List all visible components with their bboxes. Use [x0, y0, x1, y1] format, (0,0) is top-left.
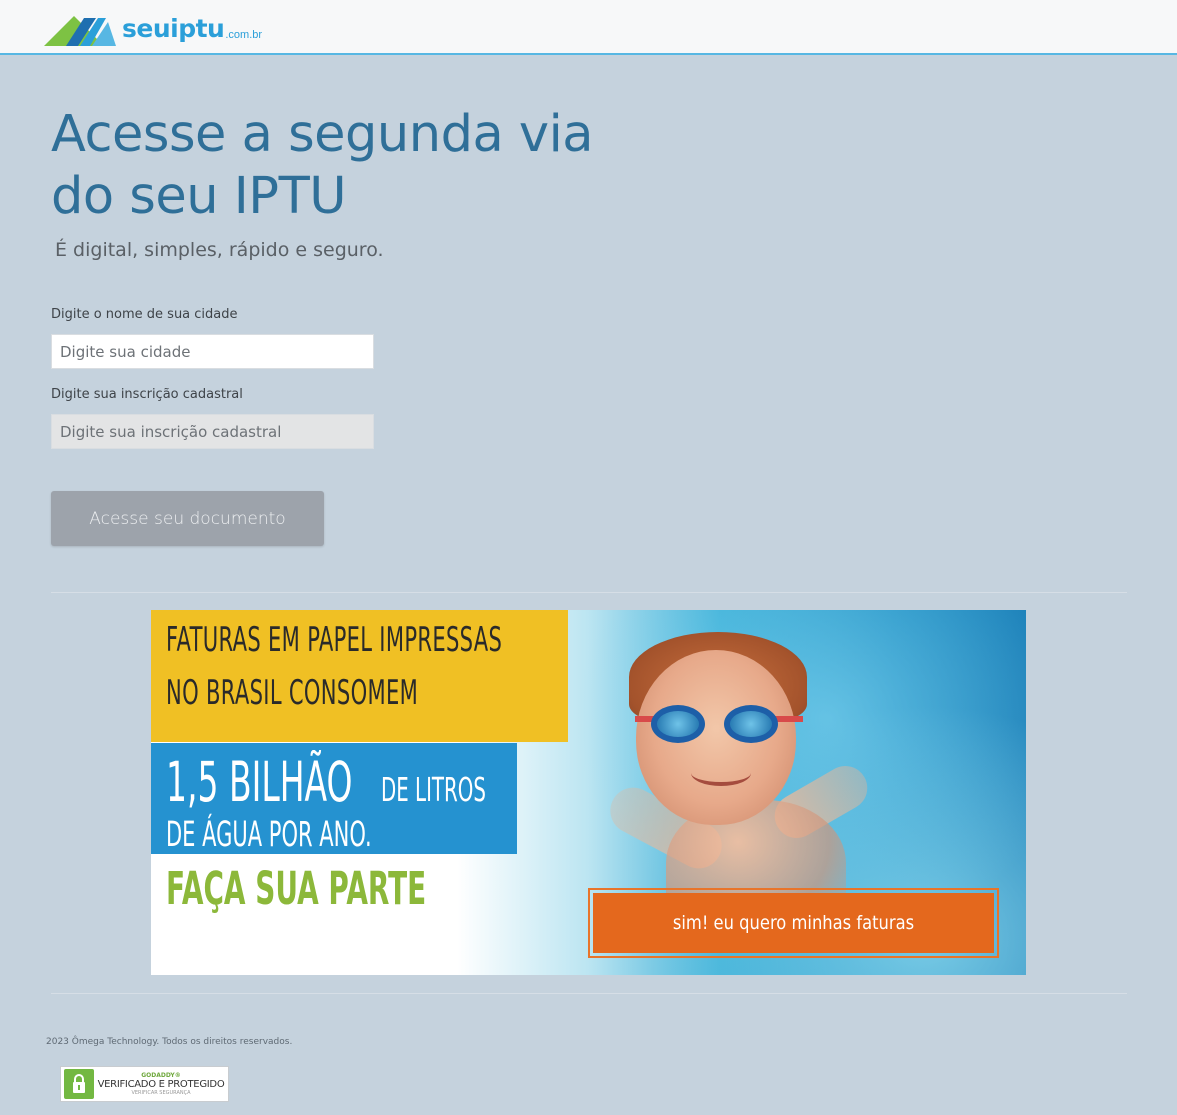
- access-document-button[interactable]: Acesse seu documento: [51, 491, 324, 546]
- banner-line3-small: DE LITROS: [381, 770, 486, 809]
- registration-input[interactable]: [51, 414, 374, 449]
- divider-top: [51, 592, 1127, 593]
- seal-text: GODADDY® VERIFICADO E PROTEGIDO VERIFICA…: [94, 1072, 228, 1096]
- seal-subtitle: VERIFICAR SEGURANÇA: [131, 1090, 191, 1096]
- banner-line1: FATURAS EM PAPEL IMPRESSAS: [166, 620, 503, 660]
- cta-label: sim! eu quero minhas faturas digitais>>>: [672, 912, 915, 975]
- city-label: Digite o nome de sua cidade: [51, 307, 238, 322]
- banner-line5: FAÇA SUA PARTE: [166, 862, 427, 915]
- godaddy-security-seal[interactable]: GODADDY® VERIFICADO E PROTEGIDO VERIFICA…: [60, 1066, 229, 1102]
- page-subtitle: É digital, simples, rápido e seguro.: [55, 239, 384, 261]
- site-logo[interactable]: seuiptu .com.br: [44, 10, 262, 46]
- page-title-line1: Acesse a segunda via: [51, 105, 594, 164]
- footer-copyright: 2023 Ômega Technology. Todos os direitos…: [46, 1037, 293, 1047]
- page-title-line2: do seu IPTU: [51, 167, 347, 226]
- seal-title: VERIFICADO E PROTEGIDO: [97, 1079, 225, 1090]
- banner-line3-big: 1,5 BILHÃO: [166, 750, 353, 814]
- banner-child-smile: [691, 760, 751, 786]
- top-navbar: seuiptu .com.br: [0, 0, 1177, 55]
- digital-invoices-cta-button[interactable]: sim! eu quero minhas faturas digitais>>>: [593, 893, 994, 975]
- seal-brand: GODADDY®: [141, 1072, 181, 1079]
- goggle-right-lens: [724, 705, 778, 743]
- mountains-logo-icon: [44, 16, 116, 46]
- logo-wordmark: seuiptu: [122, 14, 225, 43]
- banner-line4: DE ÁGUA POR ANO.: [166, 815, 372, 855]
- lock-icon: [64, 1069, 94, 1099]
- promo-banner[interactable]: FATURAS EM PAPEL IMPRESSAS NO BRASIL CON…: [151, 610, 1026, 975]
- registration-label: Digite sua inscrição cadastral: [51, 387, 243, 402]
- goggle-left-lens: [651, 705, 705, 743]
- page-title: Acesse a segunda via do seu IPTU: [51, 104, 651, 228]
- divider-bottom: [51, 993, 1127, 994]
- goggle-strap-right: [775, 716, 803, 722]
- logo-domain: .com.br: [225, 29, 263, 41]
- banner-line2: NO BRASIL CONSOMEM: [166, 673, 419, 713]
- city-input[interactable]: [51, 334, 374, 369]
